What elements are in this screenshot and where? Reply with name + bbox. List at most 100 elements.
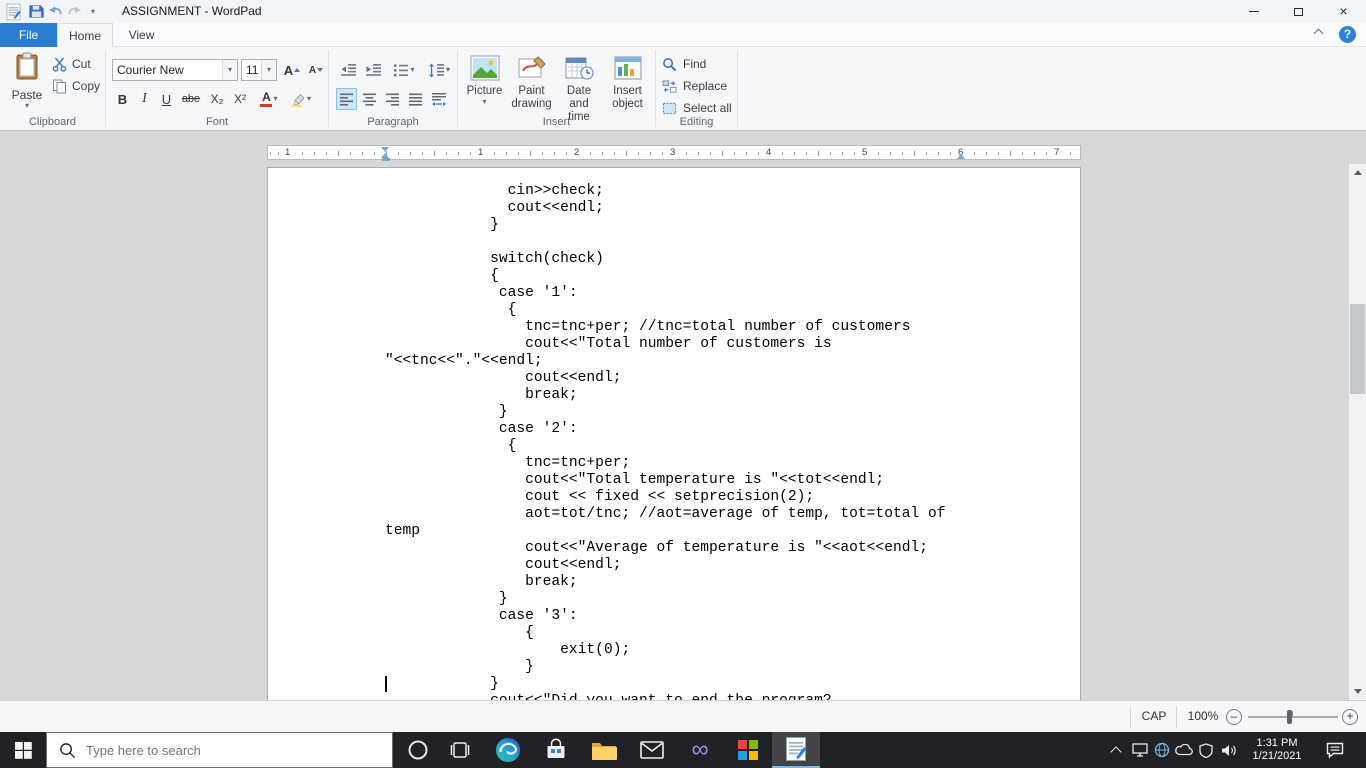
superscript-button[interactable]: X² (229, 88, 251, 110)
strikethrough-button[interactable]: abe (178, 88, 204, 110)
ruler[interactable]: 1 1 2 3 4 5 6 7 (267, 145, 1081, 161)
taskbar-app-microsoft-store[interactable] (532, 732, 580, 768)
tab-home[interactable]: Home (57, 23, 113, 47)
paragraph-dialog-button[interactable] (428, 88, 449, 110)
superscript-icon: X² (234, 92, 246, 106)
redo-icon[interactable] (65, 3, 83, 20)
align-right-button[interactable] (382, 88, 403, 110)
page[interactable]: cin>>check; cout<<endl; } switch(check) … (267, 167, 1081, 700)
line-spacing-button[interactable]: ▾ (423, 59, 455, 81)
align-center-icon (363, 93, 376, 106)
scroll-thumb[interactable] (1350, 304, 1365, 394)
tab-file[interactable]: File (0, 23, 57, 47)
font-family-combo[interactable]: Courier New ▾ (112, 59, 238, 81)
zoom-slider-thumb[interactable] (1287, 710, 1292, 724)
status-bar: CAP 100% – + (0, 700, 1366, 732)
copy-button[interactable]: Copy (52, 76, 100, 96)
document-text[interactable]: cin>>check; cout<<endl; } switch(check) … (385, 183, 946, 700)
font-size-combo[interactable]: 11 ▾ (241, 59, 277, 81)
font-color-button[interactable]: A ▾ (254, 88, 284, 110)
zoom-in-button[interactable]: + (1342, 709, 1358, 725)
folder-icon (592, 743, 617, 760)
right-indent-marker[interactable] (957, 154, 965, 159)
triangle-up-icon (1353, 170, 1362, 175)
font-family-value: Courier New (117, 63, 184, 77)
paint-drawing-label-2: drawing (511, 98, 552, 110)
taskbar-app-office[interactable] (724, 732, 772, 768)
increase-indent-button[interactable] (361, 59, 385, 81)
chevron-down-icon: ▾ (306, 94, 311, 103)
task-view-button[interactable] (440, 732, 480, 768)
minimize-icon (1248, 11, 1259, 12)
list-button[interactable]: ▾ (387, 59, 421, 81)
close-icon: × (1339, 3, 1348, 19)
first-line-indent-marker[interactable] (381, 147, 389, 152)
insert-picture-button[interactable]: Picture ▾ (462, 51, 507, 119)
left-indent-marker[interactable] (381, 157, 390, 161)
maximize-button[interactable] (1276, 0, 1321, 23)
chevron-down-icon[interactable]: ▾ (261, 60, 276, 80)
windows-logo-icon (14, 741, 32, 759)
subscript-icon: X₂ (210, 92, 224, 106)
tray-security-button[interactable] (1196, 732, 1216, 768)
underline-button[interactable]: U (156, 88, 177, 110)
minimize-button[interactable] (1231, 0, 1276, 23)
tray-network-button[interactable] (1152, 732, 1172, 768)
start-button[interactable] (0, 732, 46, 768)
decrease-indent-button[interactable] (336, 59, 360, 81)
highlight-button[interactable]: ▾ (286, 88, 316, 110)
date-and-time-button[interactable]: Date and time (556, 51, 602, 123)
paste-button[interactable]: Paste ▾ (6, 51, 48, 119)
search-input[interactable] (86, 742, 356, 758)
shrink-font-button[interactable]: A (305, 59, 327, 81)
insert-object-label-2: object (612, 98, 643, 110)
close-button[interactable]: × (1321, 0, 1366, 23)
tab-view[interactable]: View (113, 23, 170, 47)
zoom-slider-track[interactable] (1248, 716, 1338, 718)
taskbar-clock[interactable]: 1:31 PM 1/21/2021 (1244, 732, 1310, 768)
insert-object-button[interactable]: Insert object (604, 51, 651, 119)
action-center-button[interactable] (1316, 732, 1354, 768)
taskbar-app-wordpad[interactable] (772, 732, 820, 768)
tray-expand-button[interactable] (1106, 732, 1126, 768)
find-button[interactable]: Find (662, 54, 706, 74)
align-center-button[interactable] (359, 88, 380, 110)
paint-drawing-button[interactable]: Paint drawing (509, 51, 554, 119)
align-left-button[interactable] (336, 88, 357, 110)
cut-button[interactable]: Cut (52, 54, 91, 74)
highlighter-icon (291, 93, 305, 107)
save-icon[interactable] (27, 3, 45, 20)
grow-font-button[interactable]: A (281, 59, 303, 81)
taskbar-app-visual-studio[interactable]: ∞ (676, 732, 724, 768)
task-view-icon (450, 742, 470, 758)
help-button[interactable]: ? (1339, 26, 1356, 43)
subscript-button[interactable]: X₂ (206, 88, 228, 110)
scroll-down-button[interactable] (1349, 683, 1366, 700)
chevron-down-icon[interactable]: ▾ (222, 60, 237, 80)
italic-button[interactable]: I (134, 88, 155, 110)
select-all-button[interactable]: Select all (662, 98, 732, 118)
replace-button[interactable]: Replace (662, 76, 727, 96)
triangle-down-icon (317, 68, 324, 72)
justify-button[interactable] (405, 88, 426, 110)
taskbar-app-mail[interactable] (628, 732, 676, 768)
vertical-scrollbar[interactable] (1349, 164, 1366, 700)
tray-volume-button[interactable] (1218, 732, 1240, 768)
scroll-up-button[interactable] (1349, 164, 1366, 181)
tray-onedrive-button[interactable] (1174, 732, 1194, 768)
undo-icon[interactable] (47, 3, 65, 20)
taskbar-app-edge[interactable] (484, 732, 532, 768)
customize-qat-dropdown[interactable]: ▾ (86, 3, 100, 20)
taskbar: ∞ 1:31 PM 1/21/2021 (0, 732, 1366, 768)
scissors-icon (52, 57, 67, 72)
collapse-ribbon-button[interactable] (1313, 28, 1324, 39)
chevron-up-icon (1313, 28, 1324, 39)
tray-display-button[interactable] (1130, 732, 1150, 768)
taskbar-app-file-explorer[interactable] (580, 732, 628, 768)
paragraph-settings-icon (431, 92, 446, 106)
zoom-out-button[interactable]: – (1226, 709, 1242, 725)
monitor-icon (1132, 743, 1148, 757)
cortana-button[interactable] (398, 732, 438, 768)
bold-button[interactable]: B (112, 88, 133, 110)
taskbar-search[interactable] (46, 732, 393, 768)
